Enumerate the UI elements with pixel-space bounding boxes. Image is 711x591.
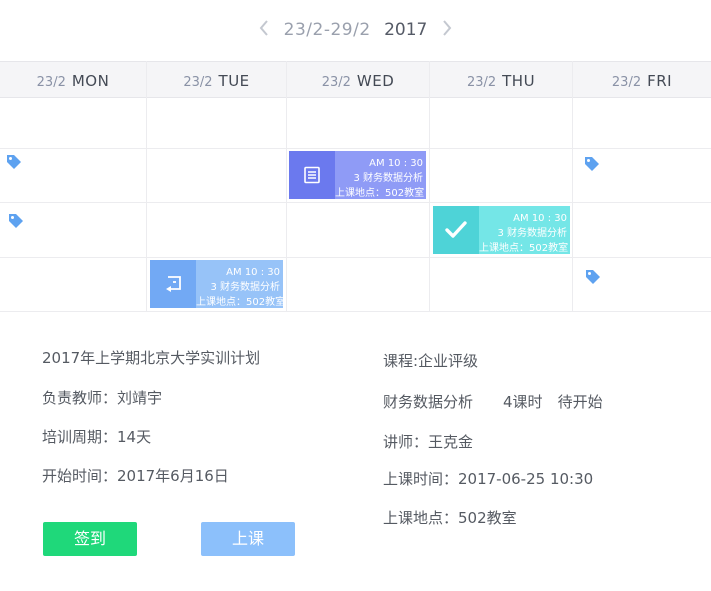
event-course: 3 财务数据分析 [497,228,567,239]
day-date: 23/2 [183,75,213,90]
course-subject: 财务数据分析 [383,393,474,411]
attend-class-button[interactable]: 上课 [201,522,295,556]
day-weekday: WED [356,72,395,90]
calendar-header: 23/2 MON 23/2 TUE 23/2 WED 23/2 THU 23/2 FRI [0,61,711,98]
event-details: AM 10 : 30 3 财务数据分析 上课地点：502教室 [479,206,570,254]
day-date: 23/2 [321,75,351,90]
event-location: 上课地点：502教室 [479,243,569,254]
day-date: 23/2 [466,75,497,90]
grid-divider [0,257,711,258]
event-course: 3 财务数据分析 [210,282,280,293]
week-range: 23/2-29/2 [283,20,371,40]
day-header-fri: 23/2 FRI [573,62,711,97]
day-weekday: THU [502,72,536,90]
grid-divider [0,311,711,312]
course-location: 上课地点：502教室 [383,509,517,527]
chevron-left-icon[interactable] [258,18,270,42]
check-icon [433,206,479,254]
plan-period: 培训周期：14天 [42,428,152,446]
day-date: 23/2 [611,75,642,90]
event-time: AM 10 : 30 [513,213,567,224]
course-status: 待开始 [557,393,603,411]
tag-icon[interactable] [585,269,601,285]
event-time: AM 10 : 30 [369,158,423,169]
day-weekday: TUE [218,72,250,90]
plan-teacher: 负责教师：刘靖宇 [42,389,163,407]
course-summary: 财务数据分析 4课时 待开始 [383,391,603,412]
course-name: 课程:企业评级 [383,352,479,370]
day-date: 23/2 [36,75,66,90]
event-location: 上课地点：502教室 [196,297,283,308]
course-lecturer: 讲师：王克金 [383,433,474,451]
grid-divider [286,61,287,312]
signin-button[interactable]: 签到 [43,522,137,556]
plan-start-date: 开始时间：2017年6月16日 [42,467,229,485]
calendar-event-wed[interactable]: AM 10 : 30 3 财务数据分析 上课地点：502教室 [289,151,426,199]
tag-icon[interactable] [584,156,600,172]
day-header-wed: 23/2 WED [287,62,429,97]
week-year: 2017 [384,20,428,40]
calendar-event-thu[interactable]: AM 10 : 30 3 财务数据分析 上课地点：502教室 [433,206,570,254]
course-hours: 4课时 [503,393,543,411]
document-icon [289,151,335,199]
tag-icon[interactable] [8,213,24,229]
day-weekday: FRI [647,72,673,90]
tag-icon[interactable] [6,154,22,170]
event-details: AM 10 : 30 3 财务数据分析 上课地点：502教室 [196,260,283,308]
day-header-tue: 23/2 TUE [147,62,286,97]
grid-divider [0,148,711,149]
day-header-thu: 23/2 THU [430,62,572,97]
grid-divider [429,61,430,312]
grid-divider [572,61,573,312]
return-icon [150,260,196,308]
event-time: AM 10 : 30 [226,267,280,278]
event-course: 3 财务数据分析 [353,173,423,184]
plan-title: 2017年上学期北京大学实训计划 [42,349,261,367]
calendar-event-tue[interactable]: AM 10 : 30 3 财务数据分析 上课地点：502教室 [150,260,283,308]
week-calendar: 23/2 MON 23/2 TUE 23/2 WED 23/2 THU 23/2 FRI [0,61,711,312]
day-header-mon: 23/2 MON [0,62,146,97]
grid-divider [0,202,711,203]
event-location: 上课地点：502教室 [335,188,425,199]
chevron-right-icon[interactable] [441,18,453,42]
day-weekday: MON [71,72,110,90]
event-details: AM 10 : 30 3 财务数据分析 上课地点：502教室 [335,151,426,199]
week-navigator: 23/2-29/2 2017 [0,18,711,42]
grid-divider [146,61,147,312]
course-time: 上课时间：2017-06-25 10:30 [383,470,594,488]
